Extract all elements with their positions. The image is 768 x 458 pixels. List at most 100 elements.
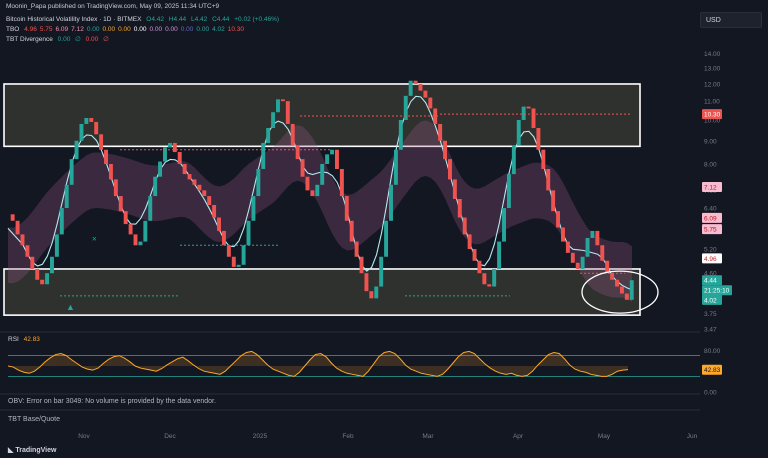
annotation-marker: ▲ xyxy=(66,302,75,312)
price-tick-label: 6.40 xyxy=(704,206,717,213)
price-candle xyxy=(585,237,590,257)
price-candle xyxy=(212,204,217,218)
price-badge: 7.12 xyxy=(702,182,722,193)
price-tick-label: 9.00 xyxy=(704,138,717,145)
tradingview-logo[interactable]: ◣ TradingView xyxy=(8,446,56,454)
price-candle xyxy=(231,256,236,267)
price-candle xyxy=(561,227,565,242)
price-tick-label: 13.00 xyxy=(704,66,721,73)
price-candle xyxy=(197,184,202,191)
price-candle xyxy=(551,190,556,212)
time-axis[interactable]: Nov Dec 2025 Feb Mar Apr May Jun xyxy=(78,433,697,440)
price-candle xyxy=(217,217,221,231)
price-candle xyxy=(457,199,462,218)
price-tick-label: 8.00 xyxy=(704,162,717,169)
price-candle xyxy=(502,208,506,242)
price-badge: 10.30 xyxy=(702,109,722,120)
time-tick-label: 2025 xyxy=(253,433,268,440)
price-candle xyxy=(305,176,310,191)
price-candle xyxy=(40,279,45,285)
price-candle xyxy=(595,230,600,246)
price-tick-label: 5.20 xyxy=(704,247,717,254)
price-candle xyxy=(521,106,526,120)
annotation-marker: × xyxy=(92,235,97,244)
price-candle xyxy=(153,176,158,197)
price-candle xyxy=(334,149,339,170)
price-candle xyxy=(108,164,113,180)
price-candle xyxy=(59,208,64,235)
price-candle xyxy=(266,128,271,143)
price-candle xyxy=(443,140,448,160)
price-candle xyxy=(69,159,74,185)
price-candle xyxy=(271,112,276,129)
price-candle xyxy=(526,106,531,109)
price-candle xyxy=(315,184,320,197)
price-candle xyxy=(556,211,561,228)
price-candle xyxy=(167,142,172,148)
time-tick-label: May xyxy=(598,433,611,440)
price-candle xyxy=(438,123,443,141)
price-candle xyxy=(138,241,143,246)
price-candle xyxy=(15,220,20,235)
price-badge-label: 4.96 xyxy=(704,256,717,263)
time-tick-label: Mar xyxy=(422,433,434,440)
price-candle xyxy=(79,123,84,141)
price-candle xyxy=(172,142,177,153)
price-candle xyxy=(187,174,192,180)
price-candle xyxy=(610,273,615,280)
price-candle xyxy=(221,230,226,246)
price-candle xyxy=(482,273,487,285)
rsi-badge-label: 42.83 xyxy=(704,367,721,374)
price-candle xyxy=(565,241,570,253)
price-candle xyxy=(580,256,585,269)
rsi-tick-label: 80.00 xyxy=(704,348,721,355)
price-candle xyxy=(374,286,379,299)
price-candle xyxy=(418,83,423,91)
price-candle xyxy=(379,256,384,287)
price-candle xyxy=(123,211,128,225)
time-tick-label: Apr xyxy=(513,433,524,440)
price-candle xyxy=(158,161,163,177)
price-candle xyxy=(128,224,133,235)
price-candle xyxy=(413,80,418,84)
price-candle xyxy=(104,149,108,165)
rsi-legend[interactable]: RSI 42.83 xyxy=(8,336,43,343)
price-candle xyxy=(472,249,477,261)
price-badge: 4.96 xyxy=(702,253,722,264)
price-candle xyxy=(467,234,472,250)
price-candle xyxy=(320,164,325,185)
price-candle xyxy=(241,245,246,265)
chart-canvas[interactable]: ×▲ 14.0013.0012.0011.0010.009.008.007.00… xyxy=(0,0,768,458)
price-candle xyxy=(290,123,295,146)
price-candle xyxy=(192,179,197,185)
price-candle xyxy=(300,159,305,177)
price-candle xyxy=(30,256,35,269)
price-candle xyxy=(246,220,251,246)
price-candle xyxy=(295,145,300,160)
price-candle xyxy=(364,273,369,292)
price-candle xyxy=(177,152,182,165)
time-tick-label: Nov xyxy=(78,433,90,440)
price-candle xyxy=(398,119,403,150)
price-badge: 6.09 xyxy=(702,212,722,223)
price-candle xyxy=(261,142,266,170)
price-candle xyxy=(492,268,497,287)
price-candle xyxy=(619,286,624,294)
price-candle xyxy=(536,128,541,150)
price-candle xyxy=(256,169,261,197)
price-tick-label: 14.00 xyxy=(704,51,721,58)
price-candle xyxy=(369,291,374,299)
price-candle xyxy=(408,80,413,96)
price-candle xyxy=(506,174,511,209)
price-candle xyxy=(89,118,94,122)
price-candle xyxy=(310,190,315,197)
price-axis[interactable]: 14.0013.0012.0011.0010.009.008.007.006.4… xyxy=(702,51,732,333)
obv-error: OBV: Error on bar 3049: No volume is pro… xyxy=(8,398,216,405)
price-candle xyxy=(276,99,280,113)
price-badge-label: 4.44 xyxy=(704,278,717,285)
price-candle xyxy=(113,179,118,197)
price-candle xyxy=(511,145,516,175)
price-candle xyxy=(359,256,364,274)
price-badge-label: 7.12 xyxy=(704,185,717,192)
price-tick-label: 3.75 xyxy=(704,311,717,318)
